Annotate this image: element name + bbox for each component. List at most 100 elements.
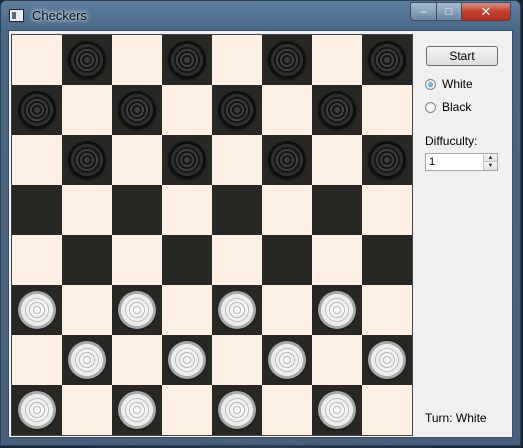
board-square[interactable]	[362, 335, 412, 385]
board-square[interactable]	[162, 135, 212, 185]
board-square[interactable]	[62, 335, 112, 385]
board-square[interactable]	[162, 85, 212, 135]
black-checker-piece[interactable]	[18, 91, 56, 129]
radio-black-indicator[interactable]	[425, 101, 436, 113]
board-square[interactable]	[62, 185, 112, 235]
radio-white-label[interactable]: White	[442, 77, 473, 91]
board-square[interactable]	[162, 335, 212, 385]
black-checker-piece[interactable]	[368, 41, 406, 79]
board-square[interactable]	[312, 135, 362, 185]
board-square[interactable]	[362, 235, 412, 285]
board-square[interactable]	[212, 385, 262, 435]
radio-black-label[interactable]: Black	[442, 100, 471, 114]
title-bar[interactable]: Checkers ‒ □ ✕	[1, 1, 522, 31]
board-square[interactable]	[312, 35, 362, 85]
maximize-button[interactable]: □	[436, 2, 462, 21]
board-square[interactable]	[262, 85, 312, 135]
start-button[interactable]: Start	[426, 46, 498, 66]
black-checker-piece[interactable]	[168, 141, 206, 179]
board-square[interactable]	[362, 185, 412, 235]
checkers-board[interactable]	[11, 34, 413, 436]
board-square[interactable]	[12, 85, 62, 135]
black-checker-piece[interactable]	[118, 91, 156, 129]
board-square[interactable]	[262, 385, 312, 435]
board-square[interactable]	[362, 285, 412, 335]
white-checker-piece[interactable]	[68, 341, 106, 379]
board-square[interactable]	[62, 85, 112, 135]
minimize-button[interactable]: ‒	[410, 2, 437, 21]
spin-up-arrow-icon[interactable]: ▲	[483, 154, 497, 162]
board-square[interactable]	[262, 35, 312, 85]
board-square[interactable]	[362, 35, 412, 85]
white-checker-piece[interactable]	[18, 391, 56, 429]
board-square[interactable]	[262, 335, 312, 385]
board-square[interactable]	[12, 385, 62, 435]
board-square[interactable]	[212, 285, 262, 335]
board-square[interactable]	[312, 385, 362, 435]
white-checker-piece[interactable]	[318, 291, 356, 329]
board-square[interactable]	[12, 335, 62, 385]
board-square[interactable]	[262, 185, 312, 235]
radio-white-indicator[interactable]	[425, 78, 436, 90]
board-square[interactable]	[362, 385, 412, 435]
white-checker-piece[interactable]	[168, 341, 206, 379]
board-square[interactable]	[112, 185, 162, 235]
board-square[interactable]	[362, 135, 412, 185]
spin-down-arrow-icon[interactable]: ▼	[483, 162, 497, 170]
board-square[interactable]	[162, 35, 212, 85]
board-square[interactable]	[12, 235, 62, 285]
board-square[interactable]	[212, 135, 262, 185]
board-square[interactable]	[212, 85, 262, 135]
board-square[interactable]	[12, 285, 62, 335]
board-square[interactable]	[262, 285, 312, 335]
board-square[interactable]	[62, 35, 112, 85]
board-square[interactable]	[12, 135, 62, 185]
board-square[interactable]	[362, 85, 412, 135]
board-square[interactable]	[312, 185, 362, 235]
black-checker-piece[interactable]	[68, 141, 106, 179]
board-square[interactable]	[112, 35, 162, 85]
board-square[interactable]	[312, 235, 362, 285]
black-checker-piece[interactable]	[318, 91, 356, 129]
difficulty-spinbox[interactable]: 1 ▲ ▼	[425, 153, 498, 171]
board-square[interactable]	[112, 135, 162, 185]
board-square[interactable]	[112, 285, 162, 335]
board-square[interactable]	[62, 285, 112, 335]
board-square[interactable]	[212, 235, 262, 285]
black-checker-piece[interactable]	[268, 41, 306, 79]
black-checker-piece[interactable]	[168, 41, 206, 79]
board-square[interactable]	[212, 335, 262, 385]
board-square[interactable]	[262, 235, 312, 285]
board-square[interactable]	[12, 35, 62, 85]
black-checker-piece[interactable]	[268, 141, 306, 179]
board-square[interactable]	[162, 285, 212, 335]
board-square[interactable]	[162, 235, 212, 285]
board-square[interactable]	[62, 135, 112, 185]
board-square[interactable]	[312, 285, 362, 335]
white-checker-piece[interactable]	[118, 291, 156, 329]
board-square[interactable]	[312, 85, 362, 135]
white-checker-piece[interactable]	[218, 391, 256, 429]
difficulty-value[interactable]: 1	[429, 156, 435, 168]
close-button[interactable]: ✕	[461, 2, 511, 21]
radio-black[interactable]: Black	[425, 100, 471, 114]
board-square[interactable]	[262, 135, 312, 185]
white-checker-piece[interactable]	[18, 291, 56, 329]
white-checker-piece[interactable]	[218, 291, 256, 329]
black-checker-piece[interactable]	[68, 41, 106, 79]
board-square[interactable]	[62, 235, 112, 285]
board-square[interactable]	[12, 185, 62, 235]
board-square[interactable]	[162, 385, 212, 435]
board-square[interactable]	[212, 185, 262, 235]
board-square[interactable]	[62, 385, 112, 435]
radio-white[interactable]: White	[425, 77, 473, 91]
black-checker-piece[interactable]	[218, 91, 256, 129]
white-checker-piece[interactable]	[318, 391, 356, 429]
white-checker-piece[interactable]	[368, 341, 406, 379]
board-square[interactable]	[162, 185, 212, 235]
board-square[interactable]	[112, 85, 162, 135]
black-checker-piece[interactable]	[368, 141, 406, 179]
board-square[interactable]	[312, 335, 362, 385]
white-checker-piece[interactable]	[268, 341, 306, 379]
board-square[interactable]	[212, 35, 262, 85]
